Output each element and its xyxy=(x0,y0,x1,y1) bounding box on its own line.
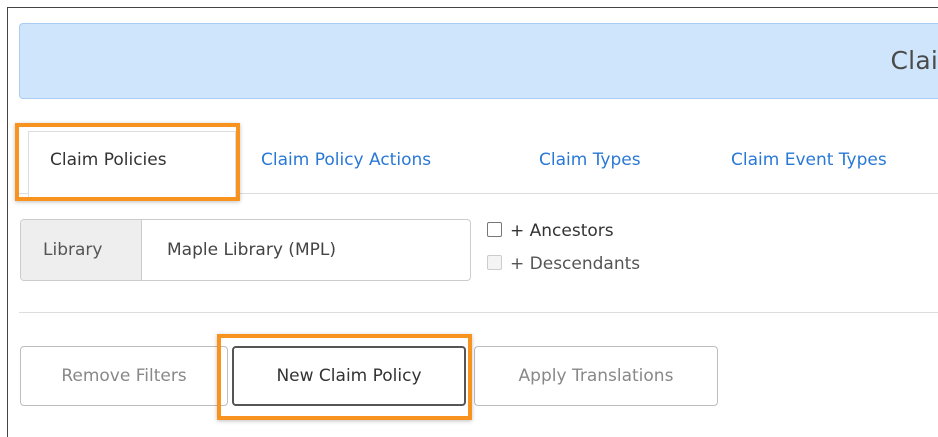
section-divider xyxy=(19,312,938,313)
library-filter-addon: Library xyxy=(21,220,142,280)
ancestors-checkbox[interactable] xyxy=(487,222,502,237)
ancestors-option[interactable]: + Ancestors xyxy=(487,221,614,241)
page-title: Clai xyxy=(890,46,938,75)
remove-filters-button[interactable]: Remove Filters xyxy=(20,346,228,406)
tab-claim-types[interactable]: Claim Types xyxy=(539,150,641,170)
ancestors-label: + Ancestors xyxy=(510,221,614,241)
descendants-checkbox xyxy=(487,255,502,270)
highlight-new-claim-policy-button xyxy=(217,334,472,420)
tab-claim-event-types[interactable]: Claim Event Types xyxy=(731,150,887,170)
library-filter[interactable]: Library Maple Library (MPL) xyxy=(20,219,471,281)
page-header-banner: Clai xyxy=(19,23,938,99)
descendants-label: + Descendants xyxy=(510,254,641,274)
apply-translations-button[interactable]: Apply Translations xyxy=(474,346,718,406)
library-filter-label: Library xyxy=(43,240,103,260)
tab-claim-policy-actions[interactable]: Claim Policy Actions xyxy=(261,150,431,170)
library-filter-value[interactable]: Maple Library (MPL) xyxy=(167,240,336,260)
descendants-option: + Descendants xyxy=(487,254,640,274)
highlight-claim-policies-tab xyxy=(15,123,240,201)
